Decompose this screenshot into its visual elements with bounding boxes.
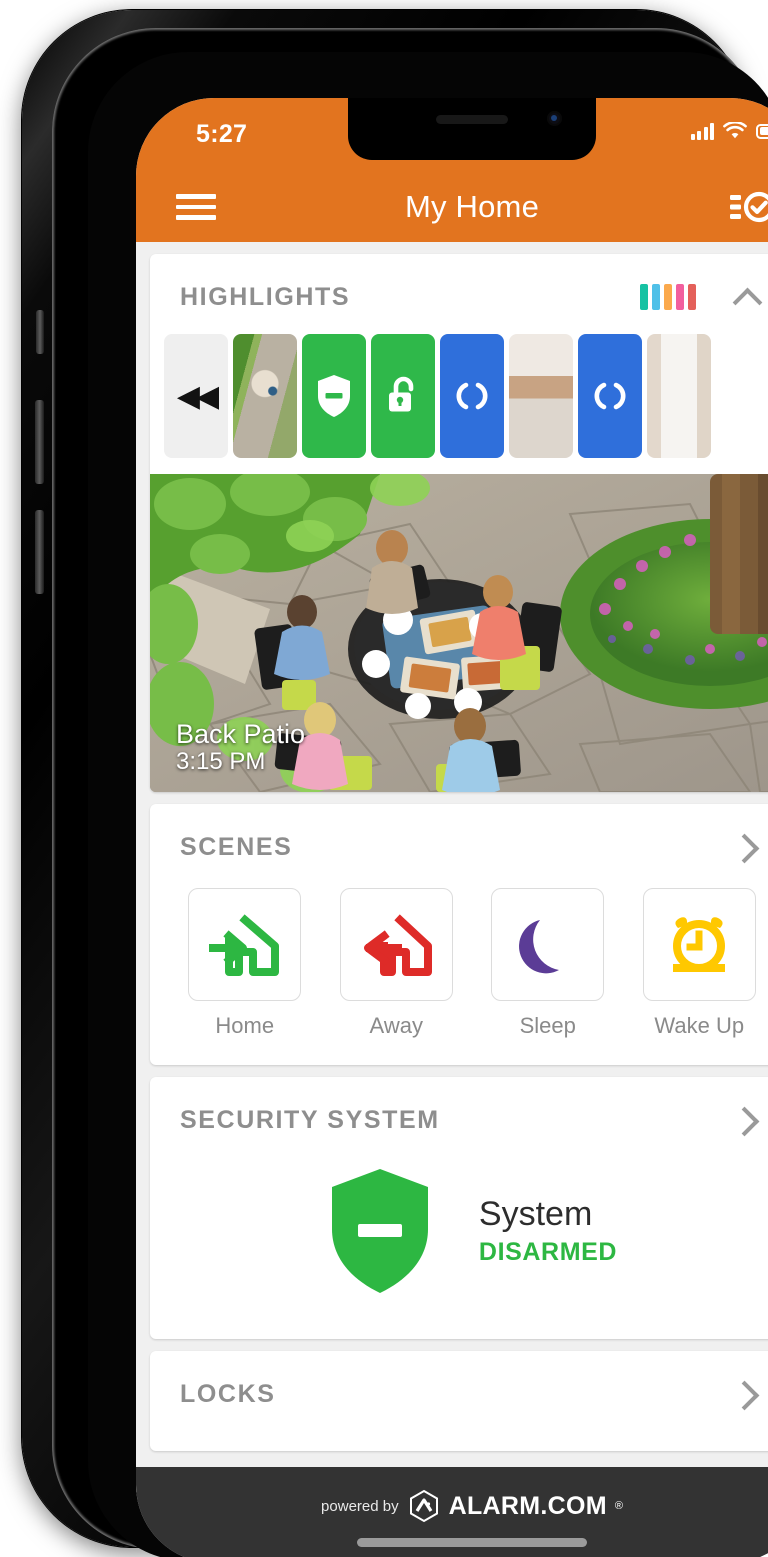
sync-loop-icon[interactable] — [440, 334, 504, 458]
activity-bars-icon[interactable] — [640, 284, 696, 310]
camera-feed[interactable]: Back Patio 3:15 PM — [150, 474, 768, 792]
scene-wakeup-label: Wake Up — [654, 1013, 745, 1038]
security-system-label: System — [478, 1194, 593, 1233]
security-title: SECURITY SYSTEM — [180, 1105, 440, 1134]
arrow-into-house-icon — [208, 913, 279, 976]
locks-header[interactable]: LOCKS — [150, 1351, 768, 1451]
wifi-icon — [723, 122, 747, 139]
locks-title: LOCKS — [180, 1379, 276, 1408]
volume-down-button[interactable] — [35, 510, 44, 594]
scenes-card: SCENES Home Away Sleep Wake Up — [150, 804, 768, 1065]
shield-disarmed-icon[interactable] — [302, 334, 366, 458]
crescent-moon-icon — [518, 919, 559, 973]
highlights-card: HIGHLIGHTS ◀◀ Back Patio 3:15 PM — [150, 254, 768, 792]
camera-label: Back Patio 3:15 PM — [176, 720, 305, 776]
security-header[interactable]: SECURITY SYSTEM — [150, 1077, 768, 1157]
scene-home-label: Home — [215, 1013, 275, 1038]
status-icon-group — [690, 122, 768, 140]
scene-away-label: Away — [369, 1013, 423, 1038]
screenshot-root: 5:27 My Home HIGHLIGHTS ◀◀ Back Patio 3:… — [0, 0, 768, 1557]
status-time: 5:27 — [196, 120, 248, 148]
highlights-title: HIGHLIGHTS — [180, 282, 351, 311]
security-text: System DISARMED — [479, 1195, 617, 1267]
checklist-check-icon[interactable] — [728, 187, 768, 227]
scene-wakeup[interactable]: Wake Up — [631, 888, 768, 1039]
security-status[interactable]: System DISARMED — [150, 1157, 768, 1339]
earpiece-speaker — [436, 115, 508, 124]
shield-disarmed-icon — [331, 1169, 428, 1293]
security-system-card: SECURITY SYSTEM System DISARMED — [150, 1077, 768, 1339]
battery-icon — [756, 123, 768, 139]
scroll-content[interactable]: HIGHLIGHTS ◀◀ Back Patio 3:15 PM SCENES … — [136, 242, 768, 1492]
rewind-icon[interactable]: ◀◀ — [164, 334, 228, 458]
chevron-right-icon[interactable] — [730, 1377, 764, 1411]
chevron-right-icon[interactable] — [730, 1103, 764, 1137]
front-camera-icon — [547, 111, 562, 126]
camera-name: Back Patio — [176, 719, 306, 750]
brand-name: ALARM.COM — [448, 1491, 607, 1520]
highlight-thumb-patio[interactable] — [233, 334, 297, 458]
volume-up-button[interactable] — [35, 400, 44, 484]
silent-switch[interactable] — [36, 310, 44, 354]
highlight-thumb-front-door[interactable] — [647, 334, 711, 458]
status-badge: DISARMED — [478, 1238, 618, 1267]
home-indicator[interactable] — [357, 1538, 587, 1547]
registered-mark: ® — [614, 1500, 623, 1512]
scene-wakeup-button[interactable] — [642, 888, 756, 1001]
highlights-strip[interactable]: ◀◀ — [150, 334, 768, 474]
chevron-up-icon[interactable] — [730, 280, 764, 314]
scene-sleep-label: Sleep — [519, 1013, 576, 1038]
scene-sleep[interactable]: Sleep — [479, 888, 617, 1039]
camera-timestamp: 3:15 PM — [176, 748, 266, 776]
footer-bar: powered by ALARM.COM ® — [136, 1467, 768, 1557]
arrow-out-of-house-icon — [364, 913, 433, 976]
scene-away-button[interactable] — [339, 888, 453, 1001]
sync-loop-icon[interactable] — [578, 334, 642, 458]
phone-frame: 5:27 My Home HIGHLIGHTS ◀◀ Back Patio 3:… — [22, 10, 768, 1557]
scenes-header[interactable]: SCENES — [150, 804, 768, 884]
alarm-com-hex-logo-icon — [409, 1489, 438, 1523]
unlock-icon[interactable] — [371, 334, 435, 458]
scene-sleep-button[interactable] — [491, 888, 605, 1001]
brand-lockup: powered by ALARM.COM ® — [321, 1489, 623, 1523]
highlight-thumb-living-room[interactable] — [509, 334, 573, 458]
chevron-right-icon[interactable] — [730, 830, 764, 864]
app-screen: 5:27 My Home HIGHLIGHTS ◀◀ Back Patio 3:… — [136, 98, 768, 1557]
phone-bezel: 5:27 My Home HIGHLIGHTS ◀◀ Back Patio 3:… — [52, 28, 768, 1557]
scenes-list: Home Away Sleep Wake Up — [150, 884, 768, 1065]
powered-by-label: powered by — [321, 1497, 399, 1515]
scene-home-button[interactable] — [188, 888, 302, 1001]
phone-screen-bezel: 5:27 My Home HIGHLIGHTS ◀◀ Back Patio 3:… — [88, 52, 768, 1557]
scene-away[interactable]: Away — [328, 888, 466, 1039]
highlights-header: HIGHLIGHTS — [150, 254, 768, 334]
phone-notch — [348, 98, 596, 160]
scenes-title: SCENES — [180, 832, 293, 861]
cellular-signal-icon — [690, 122, 714, 140]
page-title: My Home — [404, 189, 540, 224]
locks-card: LOCKS — [150, 1351, 768, 1451]
scene-home[interactable]: Home — [176, 888, 314, 1039]
hamburger-menu-icon[interactable] — [176, 194, 216, 220]
app-nav-bar: My Home — [136, 172, 768, 242]
alarm-clock-icon — [673, 916, 726, 972]
